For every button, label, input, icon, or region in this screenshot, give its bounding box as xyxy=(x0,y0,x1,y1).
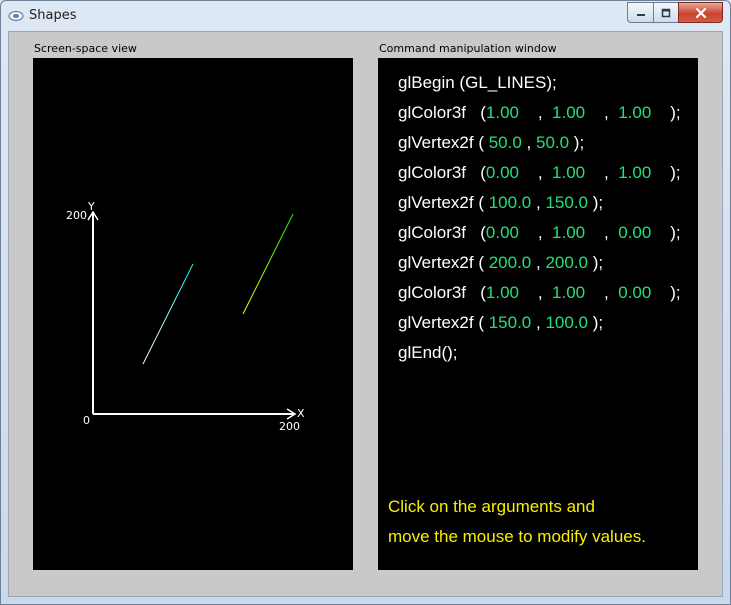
argument-value[interactable]: 200.0 xyxy=(545,253,588,272)
y-axis-label: Y xyxy=(87,200,95,213)
close-paren: ); xyxy=(587,313,604,332)
hint-line-1: Click on the arguments and xyxy=(388,497,595,516)
gl-line xyxy=(242,213,294,315)
argument-value[interactable]: 1.00 xyxy=(552,163,585,182)
open-paren: ( xyxy=(473,133,489,152)
command-line: glColor3f (1.00 , 1.00 , 1.00 ); xyxy=(398,98,681,128)
argument-value[interactable]: 150.0 xyxy=(545,193,588,212)
open-paren: ( xyxy=(466,283,486,302)
command-line: glVertex2f ( 150.0 , 100.0 ); xyxy=(398,308,681,338)
origin-label: 0 xyxy=(83,414,90,427)
minimize-button[interactable] xyxy=(627,2,653,23)
command-line: glVertex2f ( 100.0 , 150.0 ); xyxy=(398,188,681,218)
close-paren: ); xyxy=(651,163,681,182)
caption-buttons xyxy=(627,2,723,23)
open-paren: ( xyxy=(473,193,489,212)
command-line: glBegin (GL_LINES); xyxy=(398,68,681,98)
screen-space-view[interactable]: Y 200 X 200 0 xyxy=(33,58,353,570)
comma: , xyxy=(585,103,619,122)
gl-line xyxy=(142,263,194,365)
hint-text: Click on the arguments and move the mous… xyxy=(388,492,646,552)
argument-value[interactable]: 100.0 xyxy=(545,313,588,332)
argument-value[interactable]: 50.0 xyxy=(536,133,569,152)
close-paren: ); xyxy=(587,253,604,272)
x-max-label: 200 xyxy=(279,420,300,433)
command-text: glEnd(); xyxy=(398,343,458,362)
argument-value[interactable]: 1.00 xyxy=(618,103,651,122)
command-line: glVertex2f ( 200.0 , 200.0 ); xyxy=(398,248,681,278)
close-paren: ); xyxy=(587,193,604,212)
close-paren: ); xyxy=(651,283,681,302)
argument-value[interactable]: 1.00 xyxy=(552,223,585,242)
minimize-icon xyxy=(636,13,645,16)
comma: , xyxy=(518,223,553,242)
argument-value[interactable]: 1.00 xyxy=(552,283,585,302)
comma: , xyxy=(531,313,546,332)
argument-value[interactable]: 50.0 xyxy=(489,133,522,152)
hint-line-2: move the mouse to modify values. xyxy=(388,527,646,546)
drawn-lines xyxy=(142,213,294,365)
command-line: glEnd(); xyxy=(398,338,681,368)
function-name: glVertex2f xyxy=(398,253,474,272)
open-paren: ( xyxy=(473,253,489,272)
function-name: glColor3f xyxy=(398,283,467,302)
screen-space-label: Screen-space view xyxy=(34,42,137,55)
command-list: glBegin (GL_LINES); glColor3f (1.00 , 1.0… xyxy=(398,68,681,368)
client-area: Screen-space view Command manipulation w… xyxy=(8,31,723,597)
open-paren: ( xyxy=(466,163,486,182)
argument-value[interactable]: 0.00 xyxy=(618,223,651,242)
comma: , xyxy=(518,163,553,182)
close-paren: ); xyxy=(651,103,681,122)
close-paren: ); xyxy=(569,133,585,152)
open-paren: ( xyxy=(466,103,486,122)
comma: , xyxy=(518,283,553,302)
comma: , xyxy=(521,133,536,152)
function-name: glVertex2f xyxy=(398,193,474,212)
command-line: glVertex2f ( 50.0 , 50.0 ); xyxy=(398,128,681,158)
close-paren: ); xyxy=(651,223,681,242)
comma: , xyxy=(585,163,619,182)
window-title: Shapes xyxy=(29,8,77,23)
command-window[interactable]: glBegin (GL_LINES); glColor3f (1.00 , 1.0… xyxy=(378,58,698,570)
maximize-icon xyxy=(661,8,671,17)
command-text: glBegin (GL_LINES); xyxy=(398,73,557,92)
argument-value[interactable]: 1.00 xyxy=(486,103,519,122)
title-bar[interactable]: Shapes xyxy=(1,1,730,31)
argument-value[interactable]: 0.00 xyxy=(486,163,519,182)
comma: , xyxy=(518,103,553,122)
open-paren: ( xyxy=(473,313,489,332)
argument-value[interactable]: 150.0 xyxy=(489,313,532,332)
command-line: glColor3f (1.00 , 1.00 , 0.00 ); xyxy=(398,278,681,308)
app-window: Shapes Screen-space view Command manipul… xyxy=(0,0,731,605)
argument-value[interactable]: 1.00 xyxy=(552,103,585,122)
argument-value[interactable]: 0.00 xyxy=(486,223,519,242)
argument-value[interactable]: 1.00 xyxy=(618,163,651,182)
argument-value[interactable]: 200.0 xyxy=(489,253,532,272)
app-icon xyxy=(8,11,24,21)
argument-value[interactable]: 0.00 xyxy=(618,283,651,302)
comma: , xyxy=(585,223,619,242)
close-icon xyxy=(695,7,706,18)
command-window-label: Command manipulation window xyxy=(379,42,557,55)
command-line: glColor3f (0.00 , 1.00 , 0.00 ); xyxy=(398,218,681,248)
comma: , xyxy=(585,283,619,302)
comma: , xyxy=(531,253,546,272)
function-name: glColor3f xyxy=(398,223,467,242)
function-name: glColor3f xyxy=(398,103,467,122)
argument-value[interactable]: 1.00 xyxy=(486,283,519,302)
function-name: glColor3f xyxy=(398,163,467,182)
y-max-label: 200 xyxy=(66,209,87,222)
comma: , xyxy=(531,193,546,212)
screen-space-canvas: Y 200 X 200 0 xyxy=(66,200,305,433)
maximize-button[interactable] xyxy=(653,2,678,23)
command-line: glColor3f (0.00 , 1.00 , 1.00 ); xyxy=(398,158,681,188)
function-name: glVertex2f xyxy=(398,133,474,152)
argument-value[interactable]: 100.0 xyxy=(489,193,532,212)
function-name: glVertex2f xyxy=(398,313,474,332)
close-button[interactable] xyxy=(678,2,723,23)
open-paren: ( xyxy=(466,223,486,242)
x-axis-label: X xyxy=(297,407,305,420)
